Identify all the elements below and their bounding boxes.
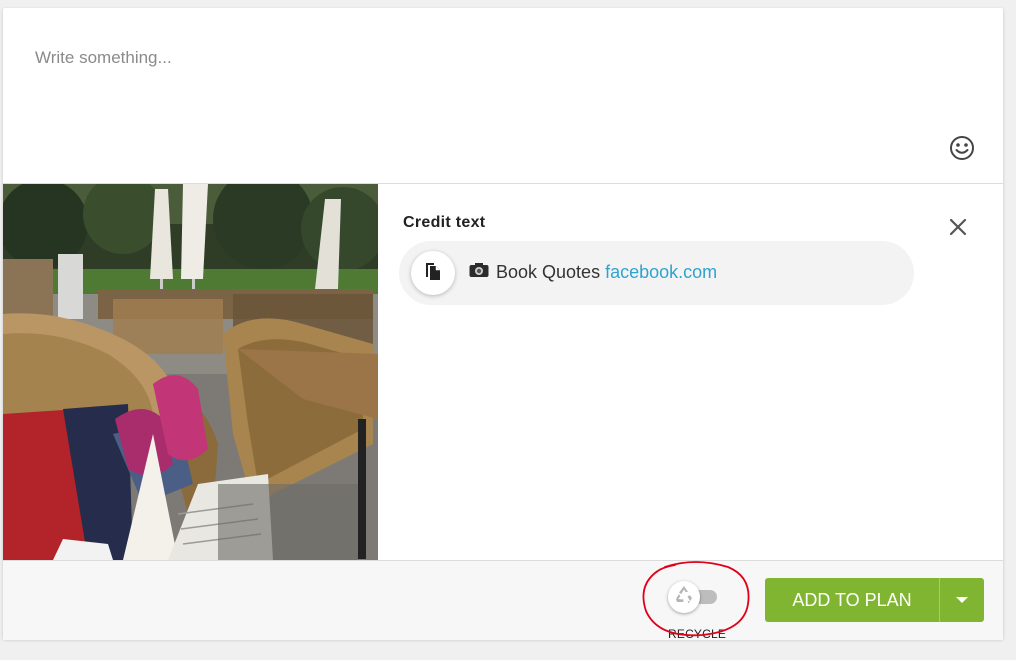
add-to-plan-button[interactable]: ADD TO PLAN xyxy=(765,578,939,622)
credit-source-link[interactable]: facebook.com xyxy=(605,262,717,283)
camera-icon xyxy=(469,262,489,283)
recycle-label: RECYCLE xyxy=(668,627,727,641)
add-to-plan-dropdown-button[interactable] xyxy=(939,578,984,622)
credit-text-pill: Book Quotes facebook.com xyxy=(399,241,914,305)
credit-text-line: Book Quotes facebook.com xyxy=(469,262,717,283)
credit-source-text: Book Quotes xyxy=(496,262,601,282)
composer-footer: RECYCLE ADD TO PLAN xyxy=(3,560,1003,641)
copy-icon xyxy=(422,260,444,287)
recycle-toggle-knob[interactable] xyxy=(668,581,700,613)
composer-area xyxy=(3,8,1003,184)
smiley-icon[interactable] xyxy=(949,135,975,161)
recycle-toggle[interactable]: RECYCLE xyxy=(663,576,726,641)
caret-down-icon xyxy=(956,597,968,603)
recycle-icon xyxy=(673,584,695,611)
attached-photo xyxy=(3,184,378,560)
post-text-input[interactable] xyxy=(33,42,917,74)
close-icon[interactable] xyxy=(947,216,969,238)
credit-text-title: Credit text xyxy=(403,214,486,231)
post-composer-card: Credit text xyxy=(3,8,1003,641)
copy-credit-button[interactable] xyxy=(411,251,455,295)
